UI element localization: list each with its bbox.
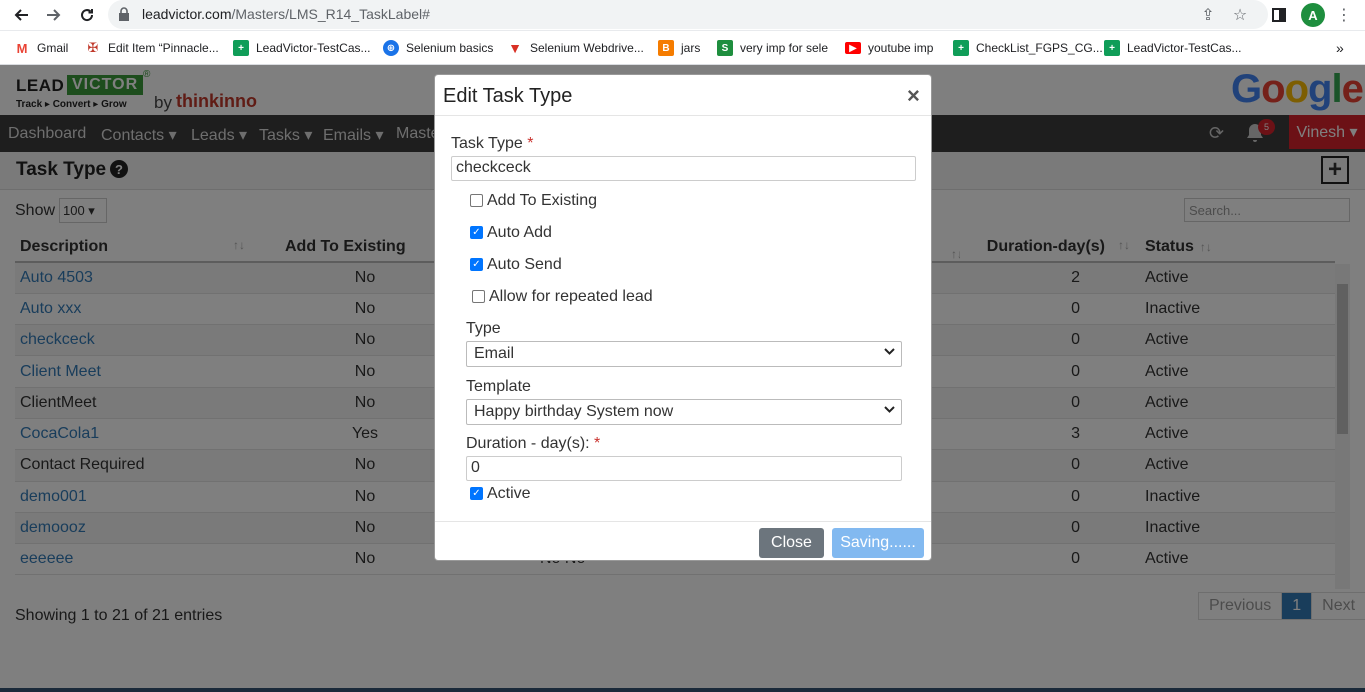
task-type-label: Task Type * xyxy=(451,135,534,152)
sheets-icon: + xyxy=(1104,40,1120,56)
chevron-down-icon xyxy=(884,404,895,418)
active-label: Active xyxy=(487,485,531,502)
auto-add-checkbox[interactable]: ✓ xyxy=(470,226,483,239)
chevron-down-icon xyxy=(884,346,895,360)
bookmark-selenium-webdriver[interactable]: ▼ Selenium Webdrive... xyxy=(507,39,644,57)
bookmark-very-imp-for-sele[interactable]: Svery imp for sele xyxy=(717,39,828,57)
allow-repeated-lead-checkbox[interactable] xyxy=(472,290,485,303)
duration-label: Duration - day(s): * xyxy=(466,435,601,452)
modal-footer: Close Saving...... xyxy=(435,521,931,562)
auto-send-checkbox[interactable]: ✓ xyxy=(470,258,483,271)
bookmarks-bar: M Gmail ✠ Edit Item “Pinnacle... + LeadVict… xyxy=(0,31,1365,65)
add-to-existing-label: Add To Existing xyxy=(487,192,597,209)
selenium-icon: ⊕ xyxy=(383,40,399,56)
bookmark-jars[interactable]: Bjars xyxy=(658,39,700,57)
share-icon[interactable]: ⇪ xyxy=(1197,4,1219,26)
bookmark-checklist[interactable]: + CheckList_FGPS_CG... xyxy=(953,39,1103,57)
close-icon[interactable]: × xyxy=(907,83,920,109)
template-label: Template xyxy=(466,378,531,395)
profile-avatar[interactable]: A xyxy=(1301,3,1325,27)
url-text: leadvictor.com/Masters/LMS_R14_TaskLabel… xyxy=(142,6,430,22)
active-checkbox[interactable]: ✓ xyxy=(470,487,483,500)
blogger-icon: B xyxy=(658,40,674,56)
bookmark-leadvictor-testcases-2[interactable]: + LeadVictor-TestCas... xyxy=(1104,39,1242,57)
template-select[interactable]: Happy birthday System now xyxy=(466,399,902,425)
task-type-input[interactable]: checkceck xyxy=(451,156,916,181)
selenium-webdriver-icon: ▼ xyxy=(508,40,522,56)
gmail-icon: M xyxy=(16,40,28,56)
bookmarks-overflow-icon[interactable]: » xyxy=(1336,39,1344,57)
edit-task-type-modal: Edit Task Type × Task Type * checkceck A… xyxy=(434,74,932,561)
reload-icon[interactable] xyxy=(75,4,99,26)
bookmark-leadvictor-testcases[interactable]: + LeadVictor-TestCas... xyxy=(233,39,371,57)
lock-icon xyxy=(119,7,129,21)
duration-input[interactable]: 0 xyxy=(466,456,902,481)
sheets-icon: + xyxy=(953,40,969,56)
allow-repeated-lead-label: Allow for repeated lead xyxy=(489,288,653,305)
bookmark-gmail[interactable]: M Gmail xyxy=(14,39,69,57)
menu-kebab-icon[interactable]: ⋮ xyxy=(1333,4,1355,26)
bookmark-pinnacle[interactable]: ✠ Edit Item “Pinnacle... xyxy=(85,39,219,57)
s-icon: S xyxy=(717,40,733,56)
taskbar-strip xyxy=(0,688,1365,692)
add-to-existing-checkbox[interactable] xyxy=(470,194,483,207)
auto-send-label: Auto Send xyxy=(487,256,562,273)
type-select[interactable]: Email xyxy=(466,341,902,367)
star-icon[interactable]: ☆ xyxy=(1229,4,1251,26)
back-arrow-icon[interactable] xyxy=(9,4,33,26)
youtube-icon: ▶ xyxy=(845,42,861,54)
save-button[interactable]: Saving...... xyxy=(832,528,924,558)
address-bar[interactable]: leadvictor.com/Masters/LMS_R14_TaskLabel… xyxy=(108,0,1268,29)
browser-toolbar: leadvictor.com/Masters/LMS_R14_TaskLabel… xyxy=(0,0,1365,31)
bookmark-youtube-imp[interactable]: ▶ youtube imp xyxy=(845,39,933,57)
modal-title: Edit Task Type xyxy=(443,85,573,107)
sheets-icon: + xyxy=(233,40,249,56)
pinnacle-icon: ✠ xyxy=(87,40,99,55)
bookmark-selenium-basics[interactable]: ⊕ Selenium basics xyxy=(383,39,493,57)
close-button[interactable]: Close xyxy=(759,528,824,558)
type-label: Type xyxy=(466,320,501,337)
modal-header: Edit Task Type × xyxy=(435,75,931,116)
forward-arrow-icon[interactable] xyxy=(42,4,66,26)
auto-add-label: Auto Add xyxy=(487,224,552,241)
side-panel-icon[interactable] xyxy=(1268,4,1290,26)
